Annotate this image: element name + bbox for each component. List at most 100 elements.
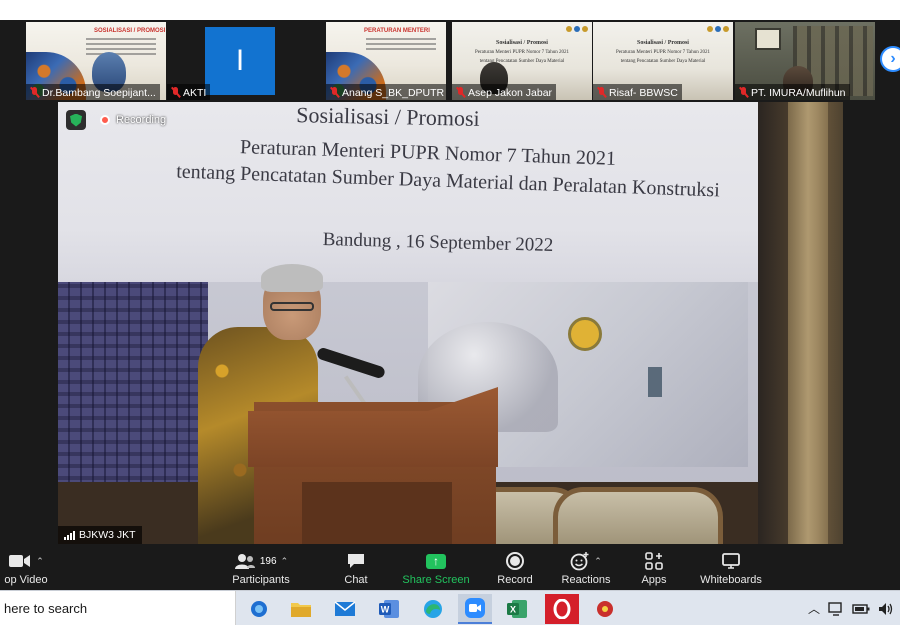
slide-text-lines: tentang Pencatatan Sumber Daya Material <box>620 59 706 64</box>
whiteboards-label: Whiteboards <box>700 574 762 586</box>
file-explorer-icon[interactable] <box>286 594 316 624</box>
app-icon[interactable] <box>590 594 620 624</box>
apps-label: Apps <box>641 574 667 586</box>
mic-muted-icon <box>330 87 339 98</box>
speaker-hair <box>261 264 323 292</box>
slide-text-lines: Peraturan Menteri PUPR Nomor 7 Tahun 202… <box>616 50 710 55</box>
battery-icon[interactable] <box>852 603 870 615</box>
participant-tile[interactable]: Sosialisasi / Promosi Peraturan Menteri … <box>593 22 733 100</box>
record-button[interactable]: Record <box>492 550 538 590</box>
building-graphic <box>58 252 208 492</box>
security-shield-icon[interactable] <box>66 110 86 130</box>
participant-tile[interactable]: Sosialisasi / Promosi Peraturan Menteri … <box>452 22 592 100</box>
participants-button[interactable]: 196 ⌃ Participants <box>228 550 294 590</box>
mic-muted-icon <box>456 87 465 98</box>
windows-taskbar: here to search W X ︿ <box>0 590 900 625</box>
participant-name: Dr.Bambang Soepijant... <box>42 86 156 99</box>
logos <box>707 26 729 32</box>
chevron-up-icon[interactable]: ⌃ <box>36 556 44 567</box>
participant-tile[interactable]: I AKTI <box>167 22 313 100</box>
stop-video-label: op Video <box>4 574 48 586</box>
reactions-label: Reactions <box>561 574 611 586</box>
chat-bubble-icon <box>348 554 364 568</box>
chevron-up-icon[interactable]: ⌃ <box>281 556 289 567</box>
participant-tile[interactable]: SOSIALISASI / PROMOSI Dr.Bambang Soepija… <box>26 22 166 100</box>
whiteboard-icon <box>722 553 740 569</box>
wall-frame-graphic <box>755 28 781 50</box>
participant-name: Anang S_BK_DPUTR K... <box>342 86 446 99</box>
mic-muted-icon <box>597 87 606 98</box>
participant-name: Risaf- BBWSC <box>609 86 678 99</box>
zoom-meeting-window: SOSIALISASI / PROMOSI Dr.Bambang Soepija… <box>0 20 900 592</box>
share-screen-button[interactable]: ↑ Share Screen <box>402 550 470 590</box>
recording-label: Recording <box>116 114 167 126</box>
slide-title-graphic: PERATURAN MENTERI <box>364 28 430 34</box>
taskbar-search-box[interactable]: here to search <box>0 591 236 625</box>
connection-signal-icon <box>64 530 75 540</box>
participant-name-tag: Risaf- BBWSC <box>593 84 682 100</box>
apps-button[interactable]: Apps <box>636 550 672 590</box>
slide-title-graphic: Sosialisasi / Promosi <box>496 40 548 46</box>
video-camera-icon <box>9 555 31 567</box>
chair-graphic <box>553 487 723 544</box>
apps-grid-icon <box>645 552 663 570</box>
stop-video-button[interactable]: ⌃ op Video <box>0 550 58 590</box>
edge-browser-icon[interactable] <box>418 594 448 624</box>
mail-icon[interactable] <box>330 594 360 624</box>
slide-text-lines <box>86 38 156 58</box>
search-placeholder: here to search <box>4 601 88 616</box>
speaker-volume-icon[interactable] <box>878 602 894 616</box>
recording-indicator[interactable]: Recording <box>96 112 170 128</box>
participant-name: Asep Jakon Jabar <box>468 86 553 99</box>
network-icon[interactable] <box>828 601 844 616</box>
smiley-icon <box>570 552 589 571</box>
next-page-arrow-icon[interactable]: › <box>880 46 900 72</box>
main-video: Sosialisasi / Promosi Peraturan Menteri … <box>58 102 843 544</box>
share-screen-label: Share Screen <box>402 574 470 586</box>
participant-tile[interactable]: PERATURAN MENTERI Anang S_BK_DPUTR K... <box>326 22 446 100</box>
chat-button[interactable]: Chat <box>336 550 376 590</box>
slide-title-graphic: Sosialisasi / Promosi <box>637 40 689 46</box>
system-tray: ︿ <box>808 600 894 617</box>
slide-text-lines: tentang Pencatatan Sumber Daya Material <box>479 59 565 64</box>
participant-name-tag: AKTI <box>167 84 211 100</box>
record-icon <box>506 552 524 570</box>
screen: SOSIALISASI / PROMOSI Dr.Bambang Soepija… <box>0 0 900 625</box>
excel-icon[interactable]: X <box>502 594 532 624</box>
whiteboards-button[interactable]: Whiteboards <box>696 550 766 590</box>
slide-text-lines: Peraturan Menteri PUPR Nomor 7 Tahun 202… <box>475 50 569 55</box>
participants-count: 196 <box>259 555 277 567</box>
edge-icon[interactable] <box>244 594 274 624</box>
mic-muted-icon <box>739 87 748 98</box>
participants-label: Participants <box>232 574 290 586</box>
participant-name-tag: Asep Jakon Jabar <box>452 84 557 100</box>
chevron-up-icon[interactable]: ︿ <box>808 600 820 617</box>
curtain-graphic <box>788 102 828 544</box>
opera-icon[interactable] <box>545 594 579 624</box>
recording-dot-icon <box>100 115 110 125</box>
chevron-up-icon[interactable]: ⌃ <box>594 556 602 567</box>
meeting-toolbar: ⌃ op Video 196 ⌃ Participants Chat ↑ Sha… <box>0 544 900 592</box>
participants-icon <box>234 554 255 569</box>
zoom-icon[interactable] <box>458 594 492 624</box>
participant-name-tag: Dr.Bambang Soepijant... <box>26 84 160 100</box>
participant-tile[interactable]: PT. IMURA/Muflihun <box>735 22 875 100</box>
participant-name: PT. IMURA/Muflihun <box>751 86 846 99</box>
share-screen-icon: ↑ <box>426 553 446 569</box>
logos <box>566 26 588 32</box>
avatar: I <box>205 27 275 95</box>
svg-text:X: X <box>510 605 516 615</box>
glasses <box>270 302 314 311</box>
gallery-strip: SOSIALISASI / PROMOSI Dr.Bambang Soepija… <box>0 20 900 102</box>
slide-title-graphic: SOSIALISASI / PROMOSI <box>94 28 166 34</box>
word-icon[interactable]: W <box>374 594 404 624</box>
podium-front <box>302 482 452 544</box>
slide-text-lines <box>366 38 436 53</box>
mic-muted-icon <box>171 87 180 98</box>
reactions-button[interactable]: ⌃ Reactions <box>558 550 614 590</box>
participant-name: BJKW3 JKT <box>79 529 136 541</box>
active-speaker-name-tag: BJKW3 JKT <box>58 526 142 544</box>
participant-name-tag: PT. IMURA/Muflihun <box>735 84 850 100</box>
chat-label: Chat <box>344 574 368 586</box>
participant-name: AKTI <box>183 86 207 99</box>
